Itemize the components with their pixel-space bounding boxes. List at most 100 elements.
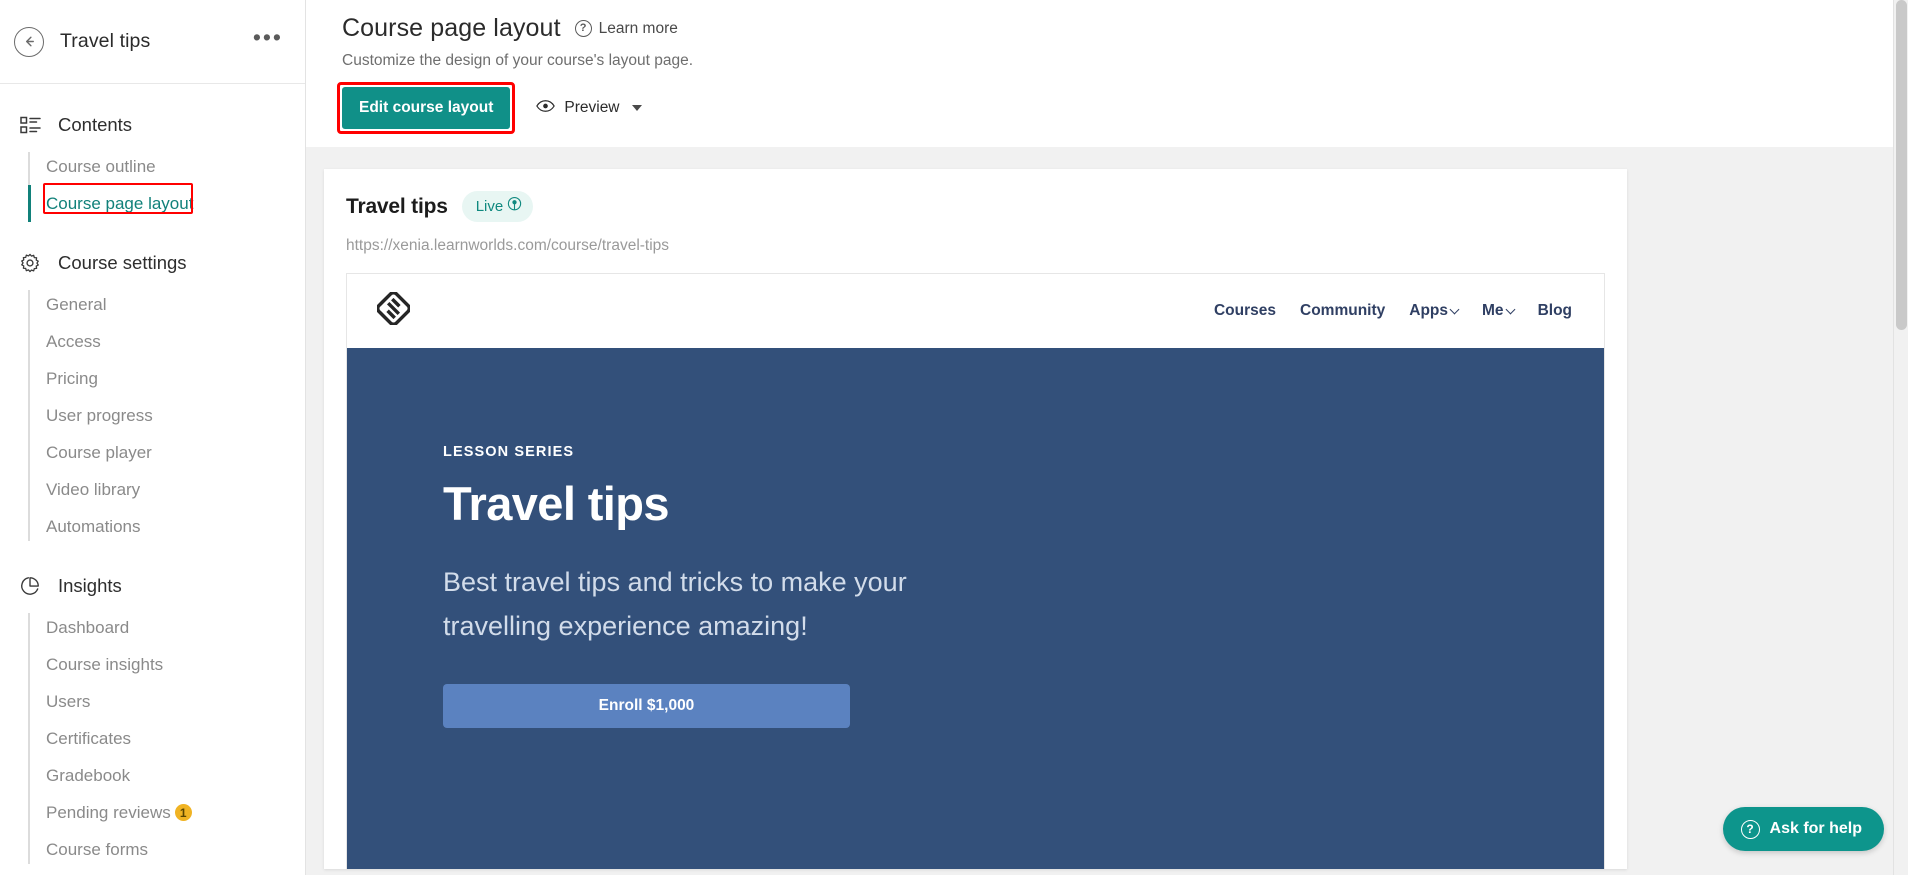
sidebar-more-menu-button[interactable]: ••• <box>253 26 283 51</box>
pie-chart-icon <box>17 575 43 597</box>
sidebar-group-insights[interactable]: Insights <box>0 563 305 609</box>
sidebar-item-course-page-layout[interactable]: Course page layout <box>28 183 305 222</box>
sidebar-item-label: Automations <box>46 516 141 536</box>
hero-subtitle: Best travel tips and tricks to make your… <box>443 567 907 641</box>
sidebar: Travel tips ••• Contents Course outline <box>0 0 306 875</box>
sidebar-item-course-outline[interactable]: Course outline <box>28 148 305 185</box>
sidebar-item-label: Course page layout <box>46 193 194 213</box>
sidebar-group-contents[interactable]: Contents <box>0 102 305 148</box>
sidebar-item-label: Users <box>46 691 91 711</box>
pending-reviews-count-badge: 1 <box>174 804 192 821</box>
sidebar-group-label: Course settings <box>58 252 187 273</box>
site-nav-item-community[interactable]: Community <box>1300 302 1385 320</box>
sidebar-item-label: Dashboard <box>46 617 130 637</box>
live-pin-icon <box>506 196 523 217</box>
eye-icon <box>536 99 556 118</box>
sidebar-sublist-course-settings: General Access Pricing User progress Cou… <box>0 286 305 545</box>
page-subtitle: Customize the design of your course's la… <box>342 52 694 69</box>
sidebar-item-course-insights[interactable]: Course insights <box>28 646 305 683</box>
sidebar-header: Travel tips ••• <box>0 0 305 84</box>
site-nav-item-courses[interactable]: Courses <box>1214 302 1276 320</box>
contents-list-icon <box>17 116 43 134</box>
preview-card-header: Travel tips Live https://xenia.learnworl… <box>324 191 1627 255</box>
sidebar-item-course-forms[interactable]: Course forms <box>28 831 305 868</box>
sidebar-group-label: Insights <box>58 575 122 596</box>
preview-course-name: Travel tips <box>346 194 448 218</box>
sidebar-item-label: Gradebook <box>46 765 131 785</box>
sidebar-item-user-progress[interactable]: User progress <box>28 397 305 434</box>
preview-button-label: Preview <box>564 99 620 116</box>
chevron-down-icon <box>631 105 642 111</box>
sidebar-item-label: Course forms <box>46 839 149 859</box>
site-nav-label: Community <box>1300 302 1386 319</box>
site-navbar: Courses Community Apps Me Blog <box>347 274 1604 348</box>
sidebar-item-video-library[interactable]: Video library <box>28 471 305 508</box>
site-nav-item-blog[interactable]: Blog <box>1538 302 1572 320</box>
sidebar-item-certificates[interactable]: Certificates <box>28 720 305 757</box>
sidebar-nav: Contents Course outline Course page layo… <box>0 84 305 868</box>
sidebar-item-course-player[interactable]: Course player <box>28 434 305 471</box>
edit-course-layout-wrapper: Edit course layout <box>337 82 516 134</box>
sidebar-sublist-contents: Course outline Course page layout <box>0 148 305 222</box>
sidebar-item-label: Course player <box>46 442 152 462</box>
sidebar-item-label: Course insights <box>46 654 164 674</box>
hero-eyebrow: LESSON SERIES <box>443 444 575 460</box>
sidebar-group-label: Contents <box>58 114 133 135</box>
preview-card-title-row: Travel tips Live <box>346 191 1627 222</box>
sidebar-item-label: Video library <box>46 479 141 499</box>
site-hero-section: LESSON SERIES Travel tips Best travel ti… <box>347 348 1604 869</box>
chevron-down-icon <box>1449 304 1460 314</box>
preview-course-url[interactable]: https://xenia.learnworlds.com/course/tra… <box>346 237 1627 255</box>
sidebar-item-gradebook[interactable]: Gradebook <box>28 757 305 794</box>
site-nav-label: Blog <box>1537 302 1572 319</box>
sidebar-item-automations[interactable]: Automations <box>28 508 305 545</box>
question-circle-icon: ? <box>574 20 592 37</box>
site-nav-label: Apps <box>1409 302 1449 319</box>
learnworlds-logo-icon[interactable] <box>375 290 412 330</box>
page-actions: Edit course layout Preview <box>337 82 1908 134</box>
sidebar-item-pending-reviews[interactable]: Pending reviews 1 <box>28 794 305 831</box>
hero-enroll-button[interactable]: Enroll $1,000 <box>443 684 850 729</box>
back-arrow-circle-icon[interactable] <box>14 26 44 57</box>
sidebar-item-label: Access <box>46 331 101 351</box>
sidebar-item-label: Pending reviews <box>46 802 171 822</box>
sidebar-group-course-settings[interactable]: Course settings <box>0 240 305 286</box>
status-badge-label: Live <box>475 198 504 215</box>
hero-title: Travel tips <box>443 477 670 530</box>
page-header: Course page layout ? Learn more Customiz… <box>306 0 1908 134</box>
learn-more-link[interactable]: ? Learn more <box>574 19 678 38</box>
course-preview-card: Travel tips Live https://xenia.learnworl… <box>324 169 1627 869</box>
sidebar-item-users[interactable]: Users <box>28 683 305 720</box>
sidebar-item-label: Course outline <box>46 156 156 176</box>
sidebar-item-label: User progress <box>46 405 153 425</box>
site-preview-frame: Courses Community Apps Me Blog LESSON SE… <box>346 273 1605 869</box>
gear-icon <box>17 252 43 274</box>
site-nav-item-me[interactable]: Me <box>1482 302 1516 320</box>
learn-more-label: Learn more <box>598 19 678 37</box>
chevron-down-icon <box>1505 304 1516 314</box>
page-title: Course page layout <box>342 14 561 42</box>
site-nav-label: Courses <box>1213 302 1277 319</box>
preview-canvas: Travel tips Live https://xenia.learnworl… <box>306 147 1908 875</box>
sidebar-item-pricing[interactable]: Pricing <box>28 360 305 397</box>
site-nav-menu: Courses Community Apps Me Blog <box>1214 302 1572 320</box>
edit-course-layout-button[interactable]: Edit course layout <box>342 87 511 129</box>
ask-for-help-label: Ask for help <box>1769 820 1862 837</box>
sidebar-sublist-insights: Dashboard Course insights Users Certific… <box>0 609 305 868</box>
sidebar-item-label: General <box>46 294 107 314</box>
sidebar-item-label: Certificates <box>46 728 132 748</box>
sidebar-course-title: Travel tips <box>60 30 151 52</box>
sidebar-item-access[interactable]: Access <box>28 323 305 360</box>
sidebar-item-label: Pricing <box>46 368 98 388</box>
app-root: Travel tips ••• Contents Course outline <box>0 0 1908 875</box>
sidebar-item-general[interactable]: General <box>28 286 305 323</box>
sidebar-item-dashboard[interactable]: Dashboard <box>28 609 305 646</box>
main-vertical-scrollbar[interactable] <box>1893 0 1908 875</box>
preview-button[interactable]: Preview <box>536 99 642 118</box>
ask-for-help-button[interactable]: ? Ask for help <box>1722 807 1884 851</box>
site-nav-item-apps[interactable]: Apps <box>1409 302 1460 320</box>
question-circle-icon: ? <box>1740 819 1760 839</box>
scrollbar-thumb[interactable] <box>1896 0 1907 330</box>
